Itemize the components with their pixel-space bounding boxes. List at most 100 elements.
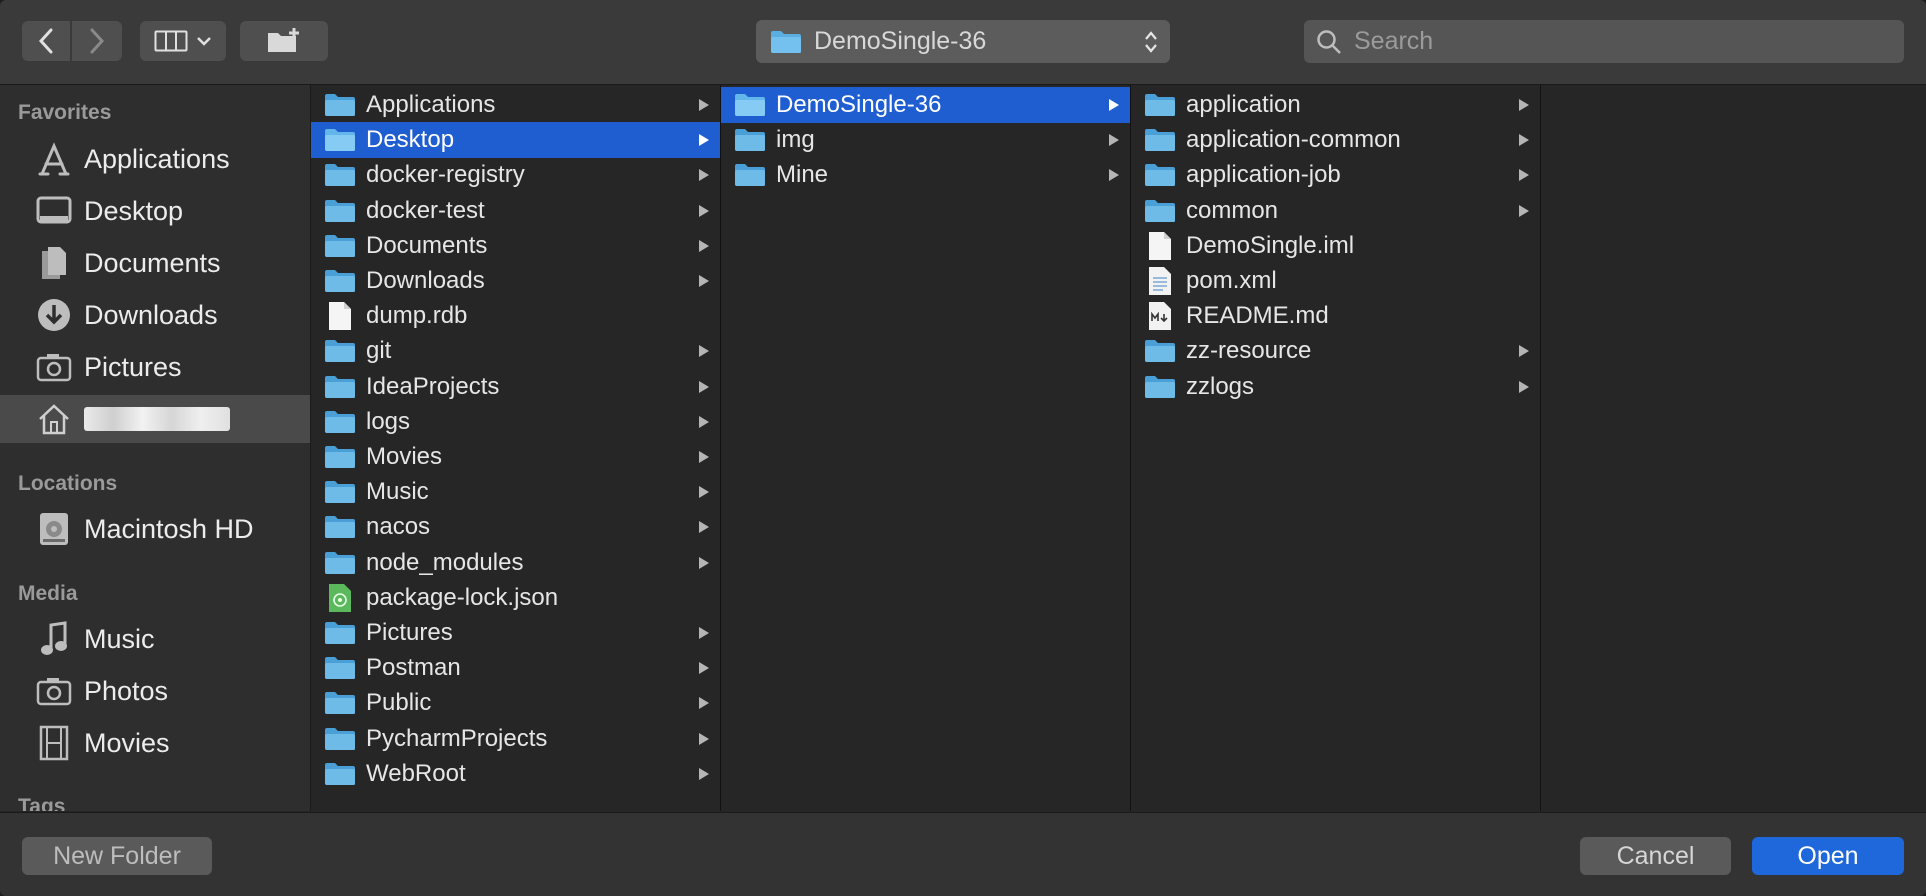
disclosure-arrow-icon <box>698 133 712 147</box>
file-row-nacos[interactable]: nacos <box>311 509 720 545</box>
file-row-common[interactable]: common <box>1131 193 1540 229</box>
home-icon <box>34 402 74 436</box>
disclosure-arrow-icon <box>698 204 712 218</box>
folder-icon <box>324 375 356 399</box>
folder-icon <box>324 762 356 786</box>
file-row-label: zz-resource <box>1186 337 1312 365</box>
file-row-label: dump.rdb <box>366 302 468 330</box>
file-row-application-common[interactable]: application-common <box>1131 122 1540 158</box>
file-row-img[interactable]: img <box>721 122 1130 158</box>
music-note-icon <box>34 621 74 657</box>
documents-icon <box>34 245 74 281</box>
file-row-label: pom.xml <box>1186 267 1277 294</box>
file-row-label: PycharmProjects <box>366 724 548 752</box>
file-row-pictures[interactable]: Pictures <box>311 615 720 651</box>
new-folder-button[interactable]: New Folder <box>22 837 212 875</box>
file-row-documents[interactable]: Documents <box>311 228 720 264</box>
locations-heading: Locations <box>18 472 118 495</box>
file-row-label: Applications <box>366 91 496 118</box>
file-row-mine[interactable]: Mine <box>721 157 1130 193</box>
folder-icon <box>324 199 356 223</box>
forward-button[interactable] <box>72 21 122 61</box>
hard-drive-icon <box>34 511 74 547</box>
folder-icon <box>1144 163 1176 187</box>
file-row-label: DemoSingle.iml <box>1186 231 1355 259</box>
file-row-pom-xml[interactable]: pom.xml <box>1131 263 1540 299</box>
sidebar-item-home[interactable] <box>0 395 310 443</box>
search-field[interactable] <box>1304 20 1904 63</box>
file-row-label: Documents <box>366 231 488 259</box>
json-file-icon <box>324 583 356 613</box>
file-row-docker-registry[interactable]: docker-registry <box>311 157 720 193</box>
file-row-music[interactable]: Music <box>311 474 720 510</box>
disclosure-arrow-icon <box>1518 380 1532 394</box>
up-down-chevron-icon <box>1145 30 1157 53</box>
cancel-button[interactable]: Cancel <box>1580 837 1731 875</box>
file-row-desktop[interactable]: Desktop <box>311 122 720 159</box>
folder-icon <box>324 339 356 363</box>
file-row-demosingle-iml[interactable]: DemoSingle.iml <box>1131 228 1540 264</box>
file-row-label: Desktop <box>366 126 455 154</box>
file-row-pycharmprojects[interactable]: PycharmProjects <box>311 721 720 757</box>
folder-icon <box>734 93 766 117</box>
back-button[interactable] <box>22 21 70 61</box>
sidebar-item-downloads[interactable]: Downloads <box>0 291 310 339</box>
path-popup[interactable]: DemoSingle-36 <box>756 20 1170 63</box>
folder-icon <box>734 163 766 187</box>
file-row-logs[interactable]: logs <box>311 404 720 440</box>
file-row-git[interactable]: git <box>311 333 720 369</box>
file-row-webroot[interactable]: WebRoot <box>311 756 720 792</box>
file-row-zzlogs[interactable]: zzlogs <box>1131 369 1540 405</box>
file-row-label: IdeaProjects <box>366 372 500 400</box>
file-row-demosingle-36[interactable]: DemoSingle-36 <box>721 87 1130 123</box>
disclosure-arrow-icon <box>698 661 712 675</box>
sidebar-item-label: Desktop <box>84 195 184 226</box>
disclosure-arrow-icon <box>1108 133 1122 147</box>
search-input[interactable] <box>1352 26 1904 57</box>
sidebar-item-desktop[interactable]: Desktop <box>0 187 310 235</box>
file-row-public[interactable]: Public <box>311 685 720 721</box>
disclosure-arrow-icon <box>698 696 712 710</box>
file-row-movies[interactable]: Movies <box>311 439 720 475</box>
file-row-docker-test[interactable]: docker-test <box>311 193 720 229</box>
file-row-label: application-common <box>1186 126 1401 154</box>
new-folder-icon <box>268 28 299 52</box>
disclosure-arrow-icon <box>698 239 712 253</box>
browser-column-empty <box>1541 85 1926 811</box>
file-row-application-job[interactable]: application-job <box>1131 157 1540 193</box>
file-row-ideaprojects[interactable]: IdeaProjects <box>311 369 720 405</box>
file-row-dump-rdb[interactable]: dump.rdb <box>311 298 720 334</box>
sidebar-item-documents[interactable]: Documents <box>0 239 310 287</box>
file-row-label: application <box>1186 91 1301 118</box>
sidebar-item-photos[interactable]: Photos <box>0 667 310 715</box>
file-row-zz-resource[interactable]: zz-resource <box>1131 333 1540 369</box>
file-row-package-lock-json[interactable]: package-lock.json <box>311 580 720 616</box>
sidebar-item-movies[interactable]: Movies <box>0 719 310 767</box>
file-row-downloads[interactable]: Downloads <box>311 263 720 299</box>
folder-icon <box>771 30 801 53</box>
new-folder-toolbar-button[interactable] <box>240 21 328 61</box>
file-row-application[interactable]: application <box>1131 87 1540 123</box>
sidebar: Favorites Applications Desktop Documents… <box>0 85 311 811</box>
sidebar-item-music[interactable]: Music <box>0 615 310 663</box>
sidebar-item-pictures[interactable]: Pictures <box>0 343 310 391</box>
open-button[interactable]: Open <box>1752 837 1904 875</box>
file-row-node-modules[interactable]: node_modules <box>311 545 720 581</box>
file-row-readme-md[interactable]: README.md <box>1131 298 1540 334</box>
folder-icon <box>324 128 356 152</box>
document-icon <box>1144 231 1176 261</box>
disclosure-arrow-icon <box>1518 344 1532 358</box>
disclosure-arrow-icon <box>698 415 712 429</box>
sidebar-item-applications[interactable]: Applications <box>0 135 310 183</box>
folder-icon <box>324 480 356 504</box>
folder-icon <box>1144 375 1176 399</box>
sidebar-item-macintosh-hd[interactable]: Macintosh HD <box>0 505 310 553</box>
file-row-postman[interactable]: Postman <box>311 650 720 686</box>
search-icon <box>1317 29 1341 54</box>
folder-icon <box>324 234 356 258</box>
file-row-applications[interactable]: Applications <box>311 87 720 123</box>
folder-icon <box>734 128 766 152</box>
view-mode-button[interactable] <box>140 21 226 61</box>
sidebar-item-label: Macintosh HD <box>84 513 254 544</box>
disclosure-arrow-icon <box>698 344 712 358</box>
